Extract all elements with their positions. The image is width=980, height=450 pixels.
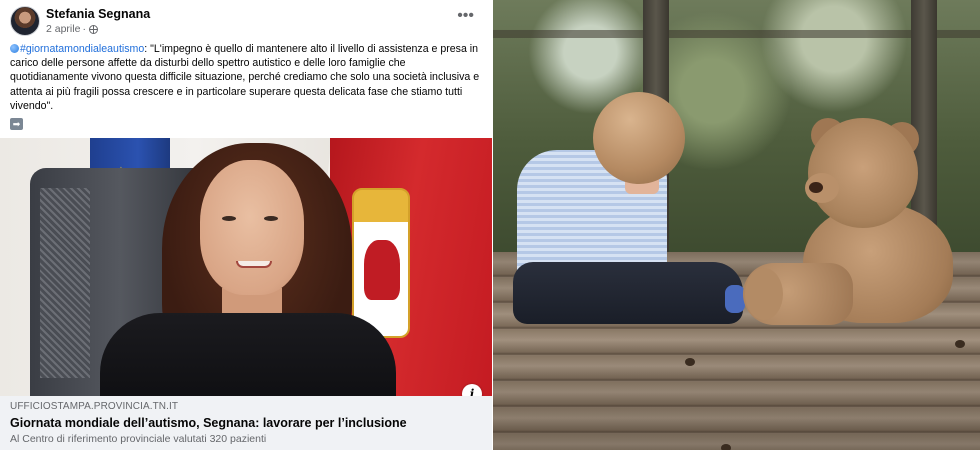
woman-face (200, 160, 304, 295)
woman-eye (222, 216, 236, 221)
link-subtitle: Al Centro di riferimento provinciale val… (10, 433, 267, 445)
chair-mesh (40, 188, 90, 378)
teddy-bear (743, 118, 958, 328)
author-avatar[interactable] (10, 6, 40, 36)
child-sock (725, 285, 745, 313)
link-preview-image[interactable]: ★ ★ i (0, 138, 492, 396)
meta-separator: · (82, 23, 86, 35)
child-head (593, 92, 685, 184)
more-options-icon[interactable]: ••• (457, 8, 474, 24)
woman-smile (236, 261, 272, 268)
bear-paw (745, 268, 783, 320)
globe-icon (88, 24, 98, 34)
fence-rail (493, 30, 980, 38)
child-teddy-photo (493, 0, 980, 450)
woman-jacket (100, 313, 396, 396)
post-header: Stefania Segnana 2 aprile · ••• (10, 6, 482, 38)
child (513, 92, 773, 337)
right-arrow-emoji-icon: ➡ (10, 118, 23, 130)
child-pants (513, 262, 743, 324)
link-domain: UFFICIOSTAMPA.PROVINCIA.TN.IT (10, 401, 179, 412)
link-preview-caption[interactable]: UFFICIOSTAMPA.PROVINCIA.TN.IT Giornata m… (0, 396, 492, 450)
post-text: #giornatamondialeautismo: "L'impegno è q… (10, 42, 484, 113)
post-date[interactable]: 2 aprile (46, 23, 80, 35)
blue-circle-emoji-icon (10, 44, 19, 53)
coat-of-arms (352, 188, 410, 338)
bear-nose (809, 182, 823, 193)
eagle-emblem (364, 240, 400, 300)
deck-nail (721, 444, 731, 450)
author-name[interactable]: Stefania Segnana (46, 7, 150, 21)
link-title[interactable]: Giornata mondiale dell’autismo, Segnana:… (10, 416, 482, 430)
deck-nail (955, 340, 965, 348)
woman-eye (264, 216, 278, 221)
deck-nail (685, 358, 695, 366)
post-meta: 2 aprile · (46, 23, 98, 35)
facebook-post: Stefania Segnana 2 aprile · ••• #giornat… (0, 0, 492, 450)
hashtag-link[interactable]: #giornatamondialeautismo (20, 43, 144, 55)
